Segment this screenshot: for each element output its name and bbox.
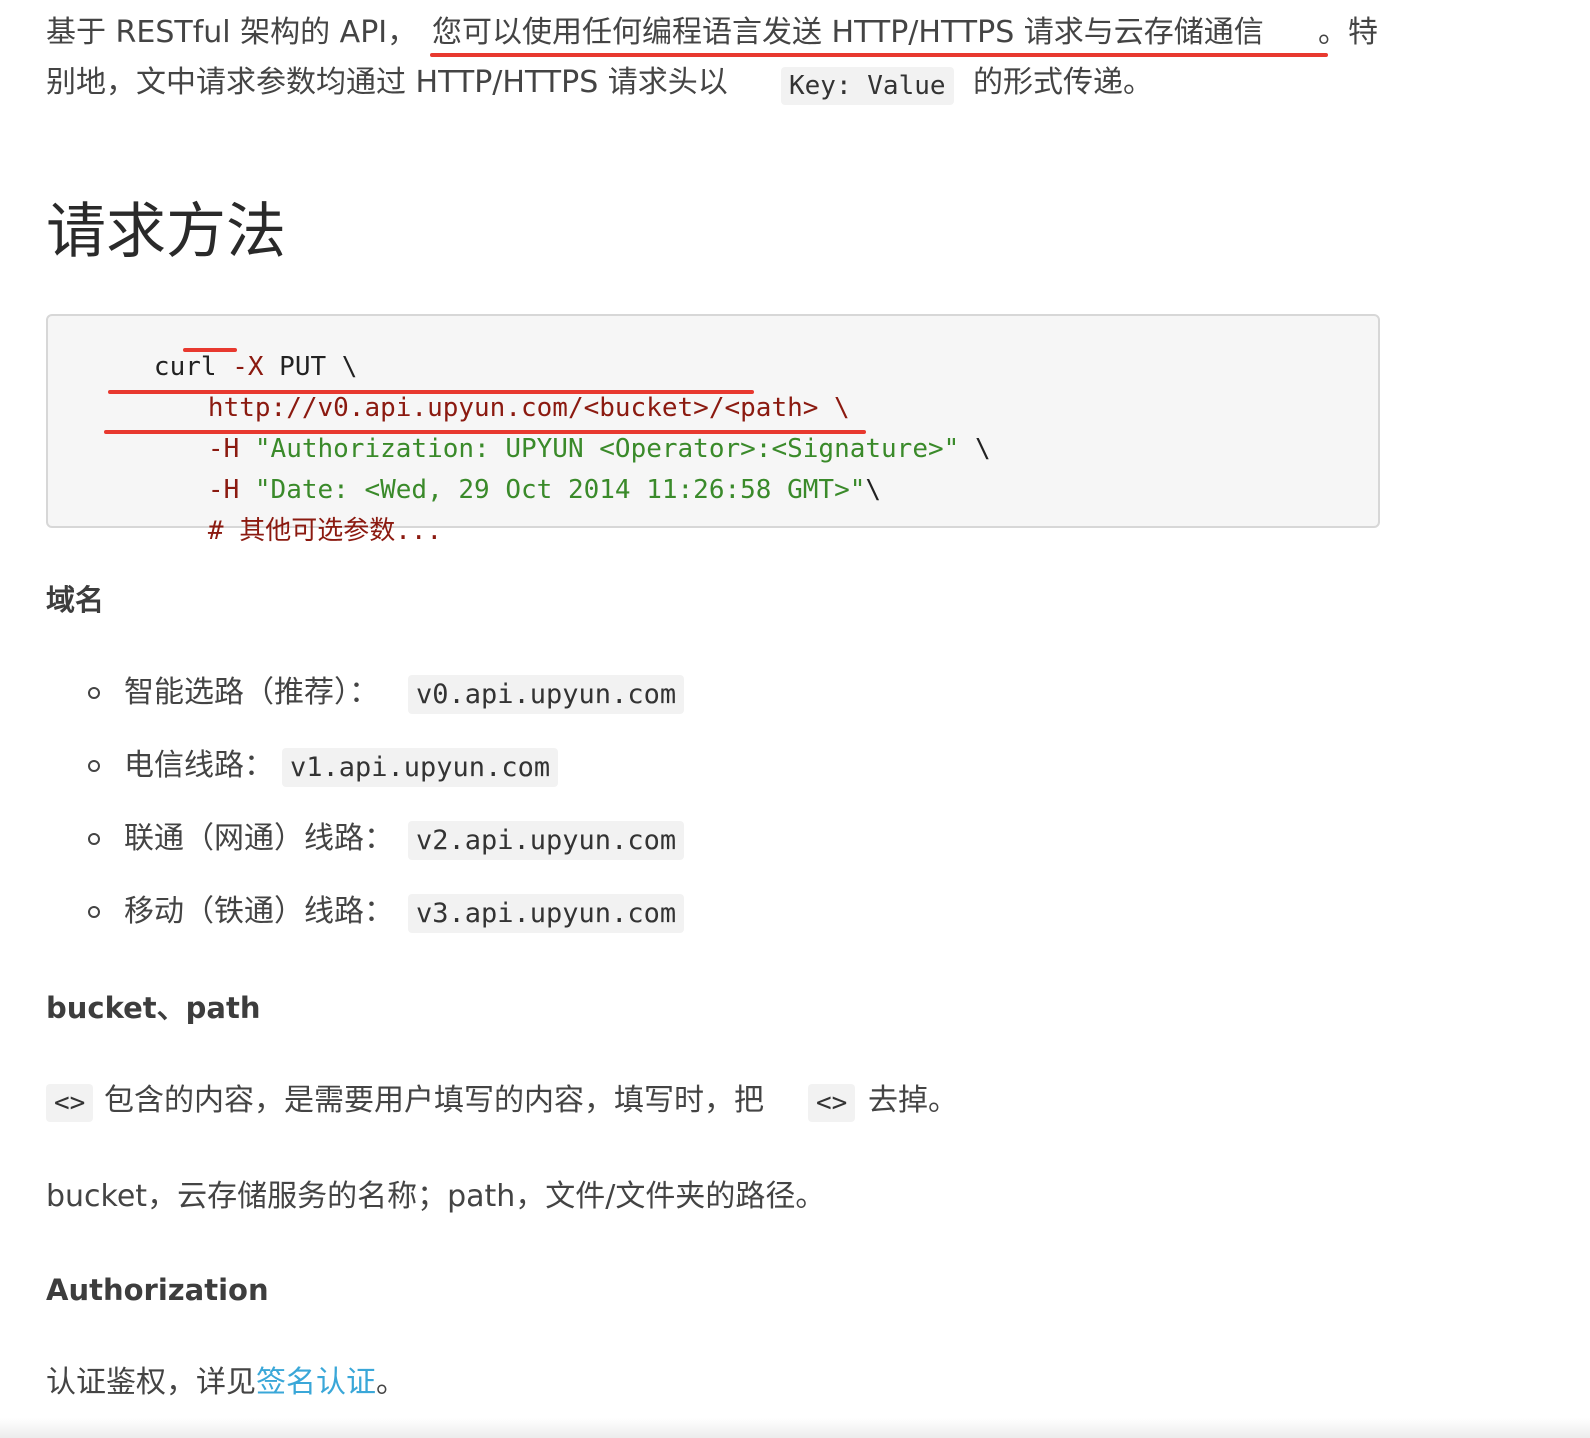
inline-code-angle-brackets: <> <box>808 1084 856 1122</box>
intro-text-line2-end: 的形式传递。 <box>973 65 1153 100</box>
red-annotation-underline <box>104 430 866 434</box>
code-block: curl -X PUT \ http://v0.api.upyun.com/<b… <box>46 314 1380 544</box>
bucket-path-heading: bucket、path <box>46 991 261 1025</box>
intro-text-line2: 别地，文中请求参数均通过 HTTP/HTTPS 请求头以 <box>46 65 728 100</box>
domain-host: v2.api.upyun.com <box>408 821 685 860</box>
code-continuation: \ <box>865 475 882 505</box>
domain-label: 移动（铁通）线路： <box>124 894 394 929</box>
domain-heading: 域名 <box>46 583 105 617</box>
red-annotation-underline <box>108 390 754 394</box>
authorization-description: 认证鉴权，详见签名认证。 <box>46 1368 406 1398</box>
bucket-path-definition: bucket，云存储服务的名称；path，文件/文件夹的路径。 <box>46 1179 826 1214</box>
domain-label: 智能选路（推荐）： <box>124 675 379 710</box>
intro-text-highlight: 您可以使用任何编程语言发送 HTTP/HTTPS 请求与云存储通信 <box>432 15 1264 50</box>
domain-host: v3.api.upyun.com <box>408 894 685 933</box>
authorization-heading: Authorization <box>46 1273 269 1307</box>
domain-label: 电信线路： <box>124 748 274 783</box>
code-line-5: # 其他可选参数... <box>114 492 442 570</box>
domain-host: v0.api.upyun.com <box>408 675 685 714</box>
authorization-text: 认证鉴权，详见 <box>46 1365 256 1400</box>
red-annotation-underline <box>430 53 1328 57</box>
signature-auth-link[interactable]: 签名认证 <box>256 1365 376 1400</box>
bullet-icon <box>88 687 100 699</box>
inline-code-angle-brackets: <> <box>46 1084 94 1122</box>
section-title: 请求方法 <box>46 197 286 267</box>
domain-label: 联通（网通）线路： <box>124 821 394 856</box>
bottom-fade <box>0 1418 1590 1438</box>
bucket-path-description-end: 去掉。 <box>868 1083 958 1118</box>
bullet-icon <box>88 833 100 845</box>
document-page: 基于 RESTful 架构的 API， 您可以使用任何编程语言发送 HTTP/H… <box>0 0 1590 1438</box>
red-annotation-underline <box>183 348 237 352</box>
bullet-icon <box>88 760 100 772</box>
inline-code-key-value: Key: Value <box>781 67 954 105</box>
domain-host: v1.api.upyun.com <box>282 748 559 787</box>
code-comment: # 其他可选参数... <box>207 516 443 546</box>
code-continuation: \ <box>959 434 991 464</box>
authorization-text-end: 。 <box>376 1365 406 1400</box>
bucket-path-description: 包含的内容，是需要用户填写的内容，填写时，把 <box>104 1083 764 1118</box>
bullet-icon <box>88 906 100 918</box>
intro-text-c: 。特 <box>1318 15 1378 50</box>
intro-text-a: 基于 RESTful 架构的 API， <box>46 15 418 50</box>
